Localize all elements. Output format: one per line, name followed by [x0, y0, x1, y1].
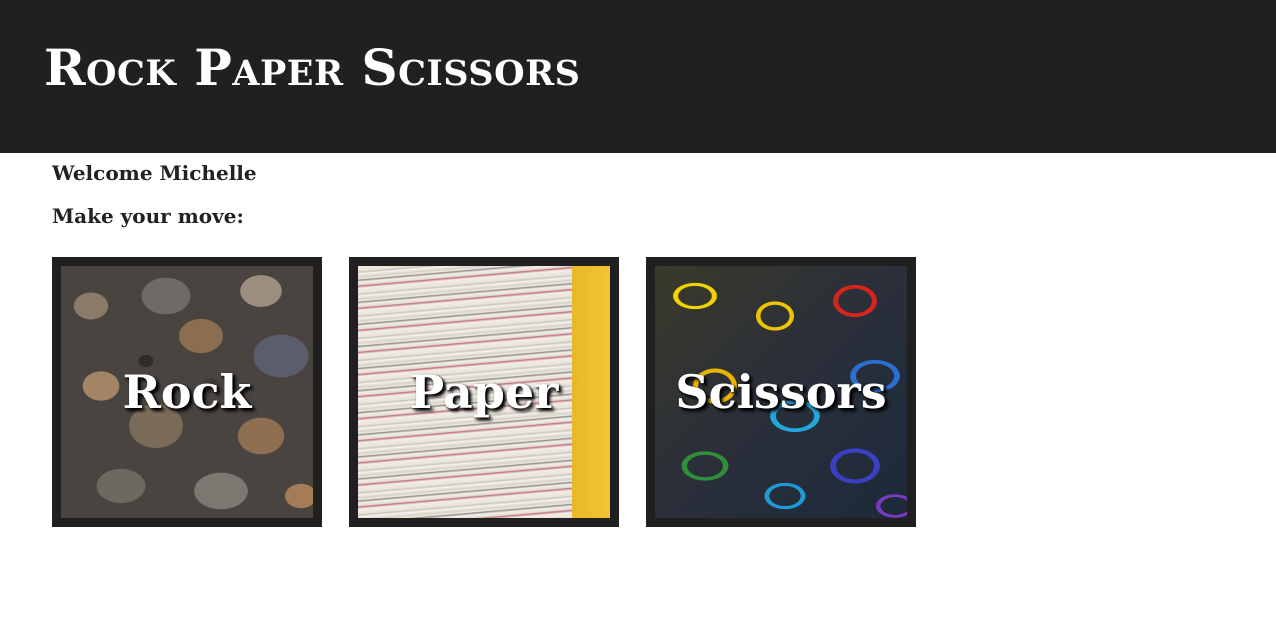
move-prompt: Make your move:: [52, 204, 244, 228]
paper-choice-button[interactable]: Paper: [349, 257, 619, 527]
site-header: Rock Paper Scissors: [0, 0, 1276, 153]
rock-choice-label: Rock: [122, 365, 252, 419]
rock-choice-button[interactable]: Rock: [52, 257, 322, 527]
welcome-message: Welcome Michelle: [52, 161, 257, 185]
scissors-choice-button[interactable]: Scissors: [646, 257, 916, 527]
paper-choice-label: Paper: [409, 365, 559, 419]
site-title: Rock Paper Scissors: [44, 38, 581, 97]
scissors-choice-label: Scissors: [675, 365, 887, 419]
move-choices: Rock Paper Scissors: [52, 257, 916, 527]
